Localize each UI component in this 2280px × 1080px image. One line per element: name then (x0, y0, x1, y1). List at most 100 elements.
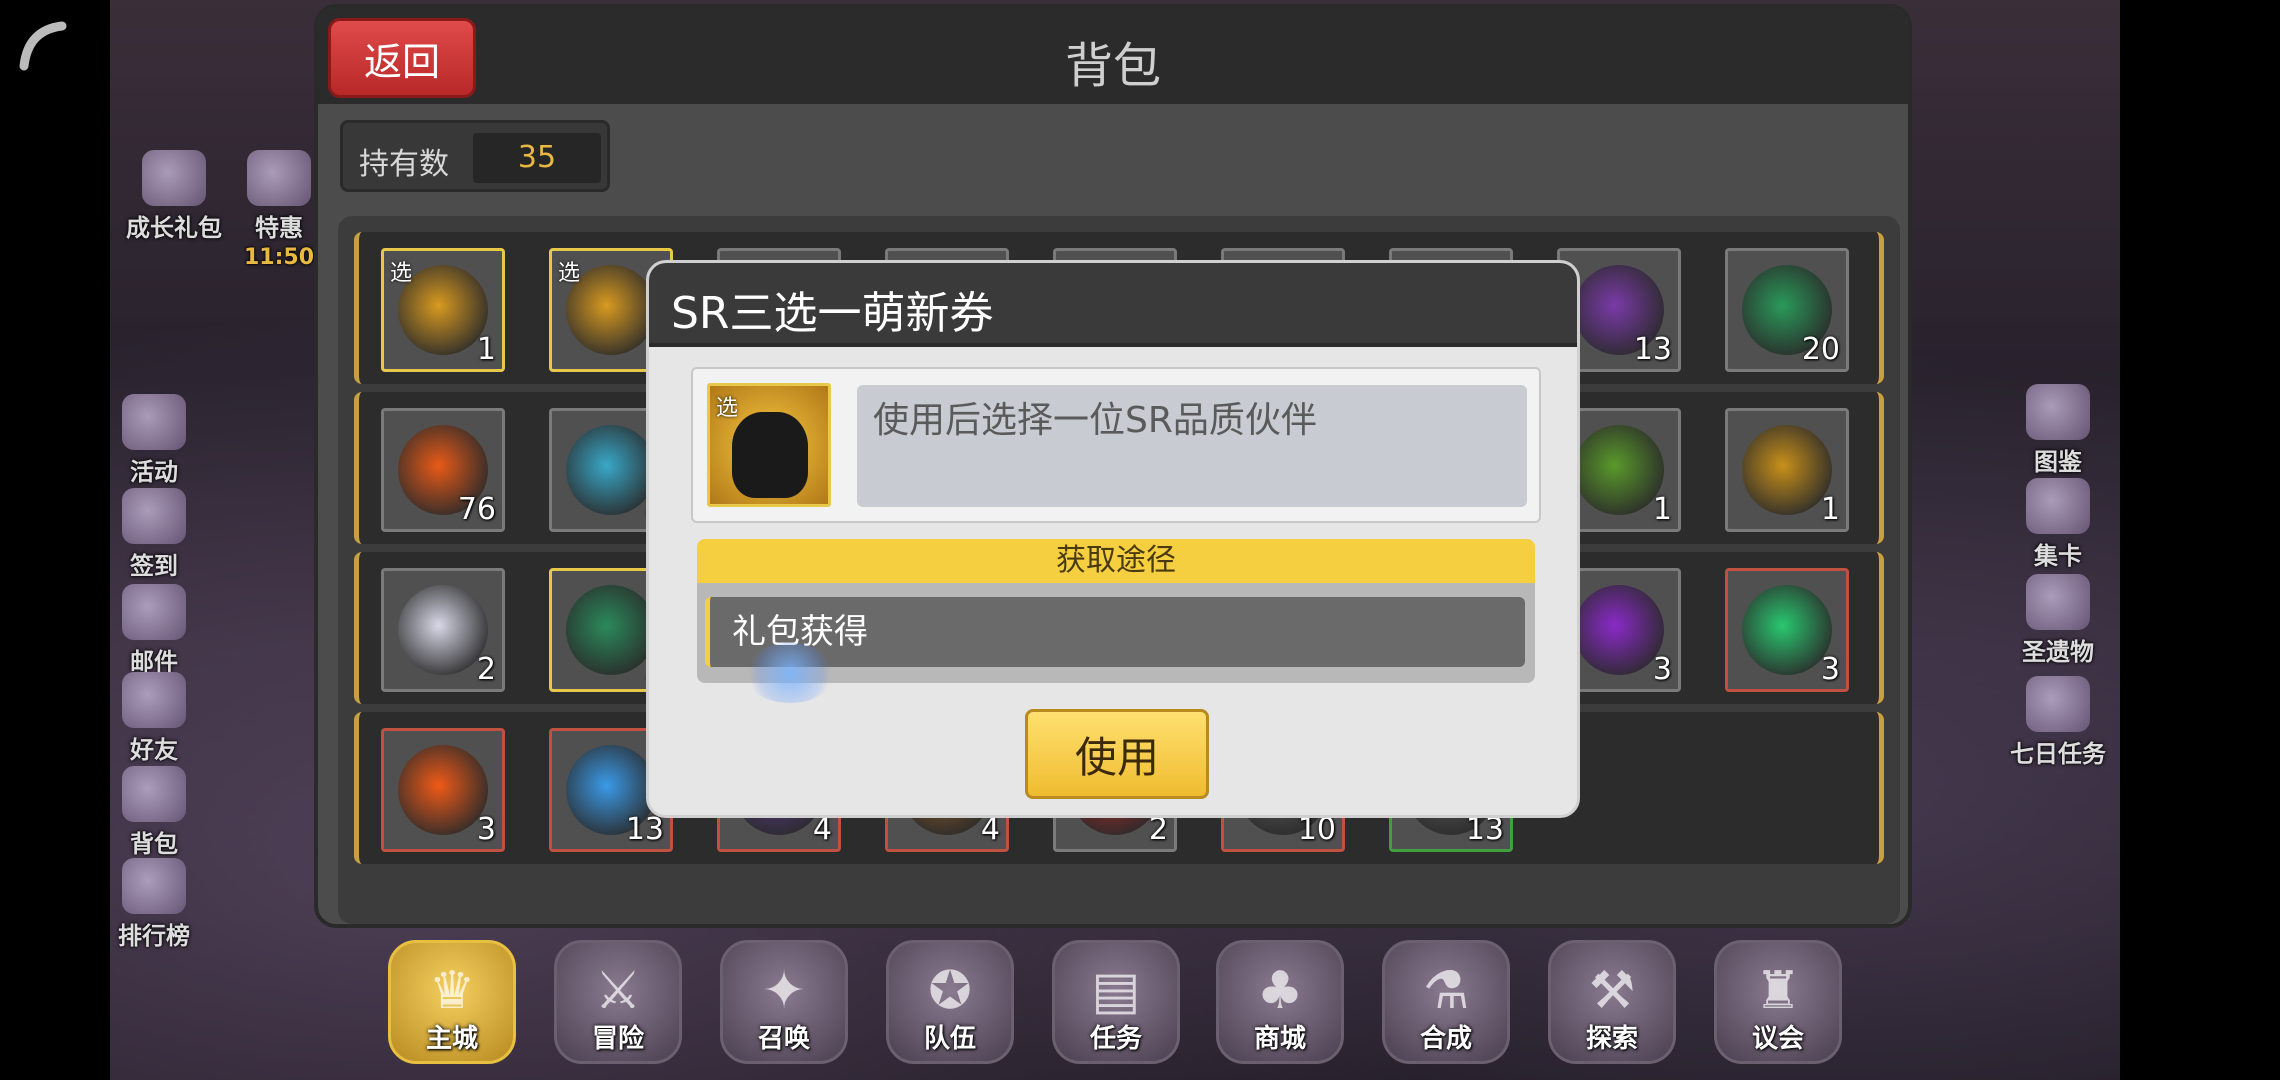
item-art-icon (566, 585, 656, 675)
item-count: 1 (476, 332, 496, 367)
nav-label: 召唤 (757, 1024, 810, 1054)
sale-timer: 11:50 (243, 245, 315, 270)
sale-icon (247, 150, 311, 206)
side-item-label: 背包 (130, 830, 178, 858)
use-button[interactable]: 使用 (1025, 709, 1209, 799)
item-slot[interactable]: 76 (381, 408, 505, 532)
nav-label: 任务 (1089, 1024, 1142, 1054)
side-item-label: 好友 (130, 736, 178, 764)
item-info-box: 选 使用后选择一位SR品质伙伴 (691, 367, 1541, 523)
side-item-label: 图鉴 (2034, 448, 2082, 476)
side-item-sale[interactable]: 特惠 11:50 (234, 150, 324, 270)
item-count: 13 (625, 812, 664, 847)
item-count: 1 (1652, 492, 1672, 527)
side-item-label: 签到 (130, 552, 178, 580)
item-description: 使用后选择一位SR品质伙伴 (857, 385, 1527, 507)
nav-main-city[interactable]: ♛ 主城 (388, 940, 516, 1064)
sparkle-effect (745, 643, 835, 703)
backpack-icon (122, 766, 186, 822)
select-badge: 选 (390, 261, 413, 286)
nav-label: 队伍 (923, 1024, 976, 1054)
nav-explore[interactable]: ⚒ 探索 (1548, 940, 1676, 1064)
item-art-icon (1574, 585, 1664, 675)
side-item-mail[interactable]: 邮件 (94, 584, 214, 677)
right-system-bar (2120, 0, 2280, 1080)
side-item-label: 特惠 (255, 214, 303, 242)
side-item-seven-day[interactable]: 七日任务 (1998, 676, 2118, 769)
nav-summon[interactable]: ✦ 召唤 (720, 940, 848, 1064)
potion-icon: ⚗ (1422, 961, 1470, 1021)
nav-label: 探索 (1585, 1024, 1638, 1054)
card-icon (2026, 478, 2090, 534)
item-art-icon (1742, 585, 1832, 675)
side-item-friends[interactable]: 好友 (94, 672, 214, 765)
calendar-icon (122, 488, 186, 544)
nav-craft[interactable]: ⚗ 合成 (1382, 940, 1510, 1064)
item-count: 76 (457, 492, 496, 527)
item-detail-dialog: SR三选一萌新券 选 使用后选择一位SR品质伙伴 获取途径 礼包获得 使用 (646, 260, 1580, 818)
item-count: 1 (1820, 492, 1840, 527)
shield-wings-icon: ✪ (928, 961, 972, 1021)
side-item-label: 成长礼包 (126, 214, 222, 242)
item-slot[interactable]: 1 (1725, 408, 1849, 532)
mail-icon (122, 584, 186, 640)
side-item-label: 七日任务 (2010, 740, 2106, 768)
item-slot[interactable]: 选1 (381, 248, 505, 372)
bag-header: 返回 背包 (318, 8, 1908, 104)
side-item-growth-pack[interactable]: 成长礼包 (114, 150, 234, 243)
ranking-icon (122, 858, 186, 914)
shop-tree-icon: ♣ (1256, 961, 1304, 1021)
nav-label: 商城 (1253, 1024, 1306, 1054)
side-item-label: 排行榜 (118, 922, 190, 950)
book-icon (2026, 384, 2090, 440)
side-item-cards[interactable]: 集卡 (1998, 478, 2118, 571)
side-item-checkin[interactable]: 签到 (94, 488, 214, 581)
item-art-icon (398, 585, 488, 675)
nav-label: 主城 (425, 1024, 478, 1054)
obtain-method-header: 获取途径 (697, 539, 1535, 583)
side-item-backpack[interactable]: 背包 (94, 766, 214, 859)
select-badge: 选 (716, 396, 739, 421)
side-item-relics[interactable]: 圣遗物 (1998, 574, 2118, 667)
item-art-icon (1742, 425, 1832, 515)
side-item-codex[interactable]: 图鉴 (1998, 384, 2118, 477)
item-count: 20 (1801, 332, 1840, 367)
nav-team[interactable]: ✪ 队伍 (886, 940, 1014, 1064)
crown-icon: ♛ (428, 961, 476, 1021)
owned-count-value: 35 (473, 133, 601, 183)
scroll-icon (2026, 676, 2090, 732)
sr-ticket-icon: 选 (707, 383, 831, 507)
item-count: 3 (1820, 652, 1840, 687)
owned-count-label: 持有数 (359, 147, 449, 182)
side-item-label: 圣遗物 (2022, 638, 2094, 666)
item-count: 3 (476, 812, 496, 847)
side-item-activity[interactable]: 活动 (94, 394, 214, 487)
bag-title: 背包 (1064, 38, 1161, 94)
flag-icon (122, 394, 186, 450)
character-silhouette (732, 412, 808, 498)
friends-icon (122, 672, 186, 728)
item-count: 2 (476, 652, 496, 687)
side-item-ranking[interactable]: 排行榜 (94, 858, 214, 951)
owned-count-box: 持有数 35 (340, 120, 610, 192)
task-book-icon: ▤ (1091, 961, 1141, 1021)
swords-icon: ⚔ (594, 961, 642, 1021)
gift-icon (142, 150, 206, 206)
nav-shop[interactable]: ♣ 商城 (1216, 940, 1344, 1064)
side-item-label: 集卡 (2034, 542, 2082, 570)
back-swoosh-icon[interactable] (14, 16, 70, 72)
nav-label: 合成 (1419, 1024, 1472, 1054)
nav-council[interactable]: ♜ 议会 (1714, 940, 1842, 1064)
relic-icon (2026, 574, 2090, 630)
item-slot[interactable]: 3 (1725, 568, 1849, 692)
item-slot[interactable]: 2 (381, 568, 505, 692)
item-slot[interactable]: 20 (1725, 248, 1849, 372)
nav-tasks[interactable]: ▤ 任务 (1052, 940, 1180, 1064)
item-art-icon (1574, 425, 1664, 515)
nav-adventure[interactable]: ⚔ 冒险 (554, 940, 682, 1064)
nav-label: 议会 (1751, 1024, 1804, 1054)
side-item-label: 活动 (130, 458, 178, 486)
dialog-title-bar: SR三选一萌新券 (649, 263, 1577, 347)
item-slot[interactable]: 3 (381, 728, 505, 852)
item-count: 13 (1633, 332, 1672, 367)
